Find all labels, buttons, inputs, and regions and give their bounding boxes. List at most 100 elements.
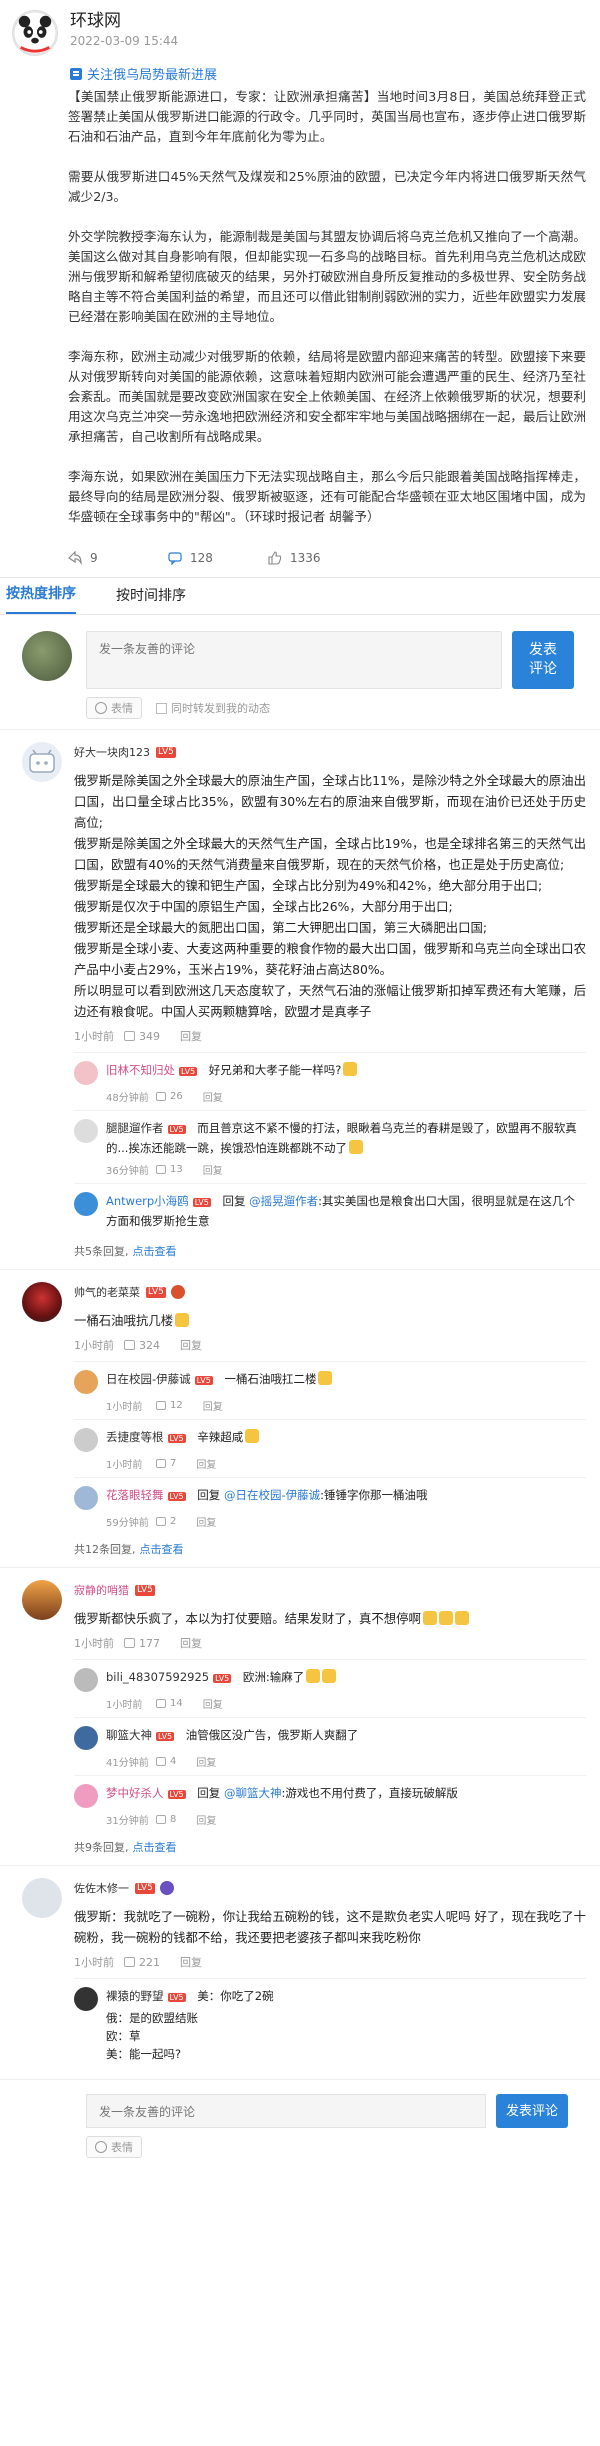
reply-like-button[interactable]: 14 [156,1698,183,1709]
replier-name[interactable]: 裸猿的野望 [106,1989,164,2003]
emoji-button[interactable]: 表情 [86,697,142,719]
comment-line: 俄罗斯都快乐疯了，本以为打仗要赔。结果发财了，真不想停啊 [74,1608,586,1629]
commenter-avatar[interactable] [22,742,62,782]
comment-like-button[interactable]: 177 [124,1637,160,1650]
reply-reply-button[interactable]: 回复 [196,1514,216,1529]
tab-sort-by-hot[interactable]: 按热度排序 [6,583,76,614]
reply-reply-button[interactable]: 回复 [203,1089,223,1104]
thumbs-up-icon [156,1165,166,1174]
comment-reply-button[interactable]: 回复 [180,1635,202,1651]
replier-name[interactable]: 腿腿遛作者 [106,1121,164,1135]
replier-avatar[interactable] [74,1119,98,1143]
comment-reply-button[interactable]: 回复 [180,1954,202,1970]
submit-comment-button[interactable]: 发表 评论 [512,631,574,689]
view-more-replies-link[interactable]: 点击查看 [133,1841,177,1854]
comment-line: 俄罗斯是仅次于中国的原铝生产国，全球占比26%，大部分用于出口; [74,899,453,914]
tab-sort-by-time[interactable]: 按时间排序 [116,585,186,614]
mention-link[interactable]: @日在校园-伊藤诚 [224,1488,320,1502]
replier-avatar[interactable] [74,1784,98,1808]
replier-name[interactable]: 旧林不知归处 [106,1063,175,1077]
comment-like-button[interactable]: 349 [124,1030,160,1043]
bottom-emoji-button[interactable]: 表情 [86,2136,142,2158]
reply-reply-button[interactable]: 回复 [203,1398,223,1413]
like-button[interactable]: 1336 [268,551,368,565]
commenter-avatar[interactable] [22,1878,62,1918]
reply-like-button[interactable]: 7 [156,1458,176,1469]
comment-line-text: 一桶石油哦抗几楼 [74,1313,174,1328]
replier-name[interactable]: bili_48307592925 [106,1670,209,1684]
topic-link[interactable]: 关注俄乌局势最新进展 [70,64,600,83]
view-more-replies-link[interactable]: 点击查看 [133,1245,177,1258]
replier-avatar[interactable] [74,1726,98,1750]
reply-like-count: 12 [170,1400,183,1411]
replier-name[interactable]: 日在校园-伊藤诚 [106,1372,191,1386]
replier-avatar[interactable] [74,1987,98,2011]
mention-link[interactable]: @聊篮大神 [224,1786,282,1800]
post-article: 【美国禁止俄罗斯能源进口，专家：让欧洲承担痛苦】当地时间3月8日，美国总统拜登正… [0,83,600,527]
commenter-name[interactable]: 好大一块肉123 [74,744,150,760]
mention-link[interactable]: @摇晃遛作者 [249,1194,318,1208]
replier-name[interactable]: 花落眼轻舞 [106,1488,164,1502]
article-paragraph: 李海东说，如果欧洲在美国压力下无法实现战略自主，那么今后只能跟着美国战略指挥棒走… [68,469,586,524]
comment-like-button[interactable]: 324 [124,1339,160,1352]
commenter-name[interactable]: 帅气的老菜菜 [74,1284,140,1300]
replier-avatar[interactable] [74,1192,98,1216]
comment-reply-button[interactable]: 回复 [180,1028,202,1044]
emoji-icon [175,1313,190,1327]
reply-reply-button[interactable]: 回复 [196,1456,216,1471]
emoji-icon [322,1669,337,1683]
reply-time: 1小时前 [106,1402,143,1413]
reply-total: 共9条回复, 点击查看 [74,1839,586,1855]
share-to-feed-checkbox[interactable]: 同时转发到我的动态 [156,700,270,716]
weibo-post-page: 环球网 2022-03-09 15:44 关注俄乌局势最新进展 【美国禁止俄罗斯… [0,0,600,2174]
commenter-avatar[interactable] [22,1282,62,1322]
reply-like-button[interactable]: 2 [156,1516,176,1527]
replier-avatar[interactable] [74,1370,98,1394]
commenter-name[interactable]: 寂静的哨猎 [74,1582,129,1598]
comment-like-button[interactable]: 221 [124,1956,160,1969]
comment-count: 128 [190,551,213,565]
like-count: 1336 [290,551,321,565]
reply-reply-button[interactable]: 回复 [203,1696,223,1711]
reply-reply-button[interactable]: 回复 [196,1754,216,1769]
reply-total: 共12条回复, 点击查看 [74,1541,586,1557]
reply-total-count: 共12条回复, [74,1543,136,1556]
replier-name[interactable]: 丢捷度等根 [106,1430,164,1444]
reply-like-button[interactable]: 13 [156,1164,183,1175]
replier-avatar[interactable] [74,1668,98,1692]
reply-reply-button[interactable]: 回复 [203,1162,223,1177]
comment-line: 所以明显可以看到欧洲这几天态度软了，天然气石油的涨幅让俄罗斯扣掉军费还有大笔赚，… [74,983,586,1019]
replier-name[interactable]: Antwerp小海鸥 [106,1194,189,1208]
replier-avatar[interactable] [74,1428,98,1452]
reply-like-button[interactable]: 4 [156,1756,176,1767]
comment-reply-button[interactable]: 回复 [180,1337,202,1353]
repost-button[interactable]: 9 [68,551,168,565]
author-avatar[interactable] [12,10,58,56]
author-name[interactable]: 环球网 [70,10,178,32]
bottom-submit-button[interactable]: 发表评论 [496,2094,568,2128]
level-badge: LV5 [135,1882,155,1894]
reply-reply-button[interactable]: 回复 [196,1812,216,1827]
bottom-comment-input[interactable] [86,2094,486,2128]
reply-like-button[interactable]: 26 [156,1091,183,1102]
reply-like-button[interactable]: 8 [156,1814,176,1825]
commenter-avatar[interactable] [22,1580,62,1620]
reply-time: 48分钟前 [106,1093,149,1104]
current-user-avatar[interactable] [22,631,72,681]
replier-name[interactable]: 聊篮大神 [106,1728,152,1742]
bottom-comment-composer: 发表评论 表情 [0,2079,600,2174]
replier-avatar[interactable] [74,1486,98,1510]
view-more-replies-link[interactable]: 点击查看 [140,1543,184,1556]
comment-input[interactable] [86,631,502,689]
emoji-label: 表情 [111,2141,133,2154]
comment-button[interactable]: 128 [168,551,268,565]
level-badge: LV5 [167,1790,186,1799]
replier-name[interactable]: 梦中好杀人 [106,1786,164,1800]
replier-avatar[interactable] [74,1061,98,1085]
commenter-name[interactable]: 佐佐木修一 [74,1880,129,1896]
comment-time: 1小时前 [74,1956,114,1969]
reply-item: bili_48307592925 LV5 欧洲:输麻了 1小时前 14 回复 [74,1659,586,1717]
thumbs-up-icon [156,1757,166,1766]
reply-item: 花落眼轻舞 LV5 回复 @日在校园-伊藤诚:锤锤字你那一桶油哦 59分钟前 2 … [74,1477,586,1535]
reply-like-button[interactable]: 12 [156,1400,183,1411]
